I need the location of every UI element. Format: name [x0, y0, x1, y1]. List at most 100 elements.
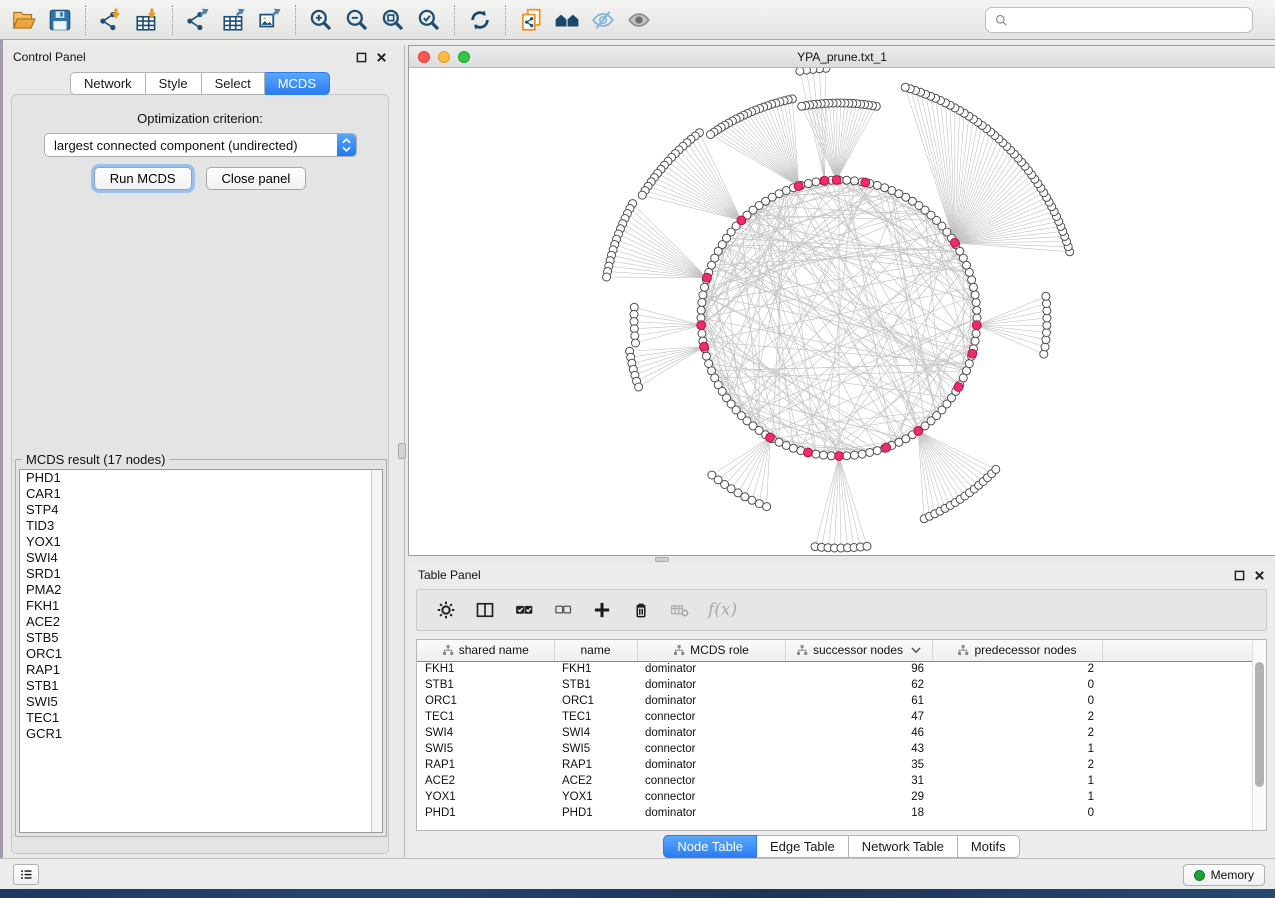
first-neighbors-button[interactable] — [549, 4, 585, 36]
tab-mcds[interactable]: MCDS — [265, 72, 330, 95]
cell-successor-nodes[interactable]: 61 — [785, 693, 932, 709]
delete-columns-button[interactable] — [630, 599, 652, 621]
cell-predecessor-nodes[interactable]: 0 — [932, 805, 1102, 821]
cell-successor-nodes[interactable]: 35 — [785, 757, 932, 773]
cell-MCDS-role[interactable]: connector — [637, 709, 785, 725]
cell-successor-nodes[interactable]: 29 — [785, 789, 932, 805]
cell-shared-name[interactable]: FKH1 — [417, 661, 554, 677]
cell-name[interactable]: RAP1 — [554, 757, 637, 773]
close-window-button[interactable] — [418, 51, 430, 63]
table-row[interactable]: ORC1ORC1dominator610 — [417, 693, 1253, 709]
minimize-window-button[interactable] — [438, 51, 450, 63]
import-network-button[interactable] — [93, 4, 129, 36]
cell-MCDS-role[interactable]: dominator — [637, 725, 785, 741]
cell-shared-name[interactable]: SWI4 — [417, 725, 554, 741]
zoom-in-button[interactable] — [303, 4, 339, 36]
cell-name[interactable]: YOX1 — [554, 789, 637, 805]
cell-predecessor-nodes[interactable]: 1 — [932, 789, 1102, 805]
close-table-panel-icon[interactable] — [1254, 570, 1265, 581]
cell-name[interactable]: FKH1 — [554, 661, 637, 677]
cell-name[interactable]: TEC1 — [554, 709, 637, 725]
table-row[interactable]: STB1STB1dominator620 — [417, 677, 1253, 693]
float-panel-icon[interactable] — [356, 52, 367, 63]
mcds-result-item[interactable]: YOX1 — [20, 534, 382, 550]
tab-edge-table[interactable]: Edge Table — [757, 835, 849, 858]
mcds-result-item[interactable]: ACE2 — [20, 614, 382, 630]
mcds-result-item[interactable]: FKH1 — [20, 598, 382, 614]
cell-predecessor-nodes[interactable]: 0 — [932, 677, 1102, 693]
column-visibility-button[interactable] — [474, 599, 496, 621]
cell-shared-name[interactable]: RAP1 — [417, 757, 554, 773]
cell-successor-nodes[interactable]: 18 — [785, 805, 932, 821]
cell-predecessor-nodes[interactable]: 2 — [932, 709, 1102, 725]
tab-motifs[interactable]: Motifs — [958, 835, 1020, 858]
cell-shared-name[interactable]: STB1 — [417, 677, 554, 693]
zoom-window-button[interactable] — [458, 51, 470, 63]
column-header-predecessor-nodes[interactable]: predecessor nodes — [932, 640, 1102, 661]
mcds-result-item[interactable]: ORC1 — [20, 646, 382, 662]
mcds-result-item[interactable]: STB5 — [20, 630, 382, 646]
cell-predecessor-nodes[interactable]: 2 — [932, 725, 1102, 741]
cell-name[interactable]: STB1 — [554, 677, 637, 693]
column-header-name[interactable]: name — [554, 640, 637, 661]
cell-shared-name[interactable]: SWI5 — [417, 741, 554, 757]
cell-predecessor-nodes[interactable]: 2 — [932, 757, 1102, 773]
cell-successor-nodes[interactable]: 62 — [785, 677, 932, 693]
hide-selected-button[interactable] — [585, 4, 621, 36]
cell-name[interactable]: SWI4 — [554, 725, 637, 741]
cell-shared-name[interactable]: ORC1 — [417, 693, 554, 709]
network-canvas[interactable] — [409, 68, 1275, 555]
refresh-view-button[interactable] — [462, 4, 498, 36]
mcds-result-item[interactable]: PMA2 — [20, 582, 382, 598]
vertical-split-divider[interactable] — [397, 45, 408, 858]
table-row[interactable]: ACE2ACE2connector311 — [417, 773, 1253, 789]
cell-MCDS-role[interactable]: dominator — [637, 693, 785, 709]
network-graph[interactable] — [409, 68, 1274, 555]
horizontal-split-handle[interactable] — [655, 557, 669, 562]
cell-shared-name[interactable]: TEC1 — [417, 709, 554, 725]
mcds-result-item[interactable]: RAP1 — [20, 662, 382, 678]
duplicate-network-button[interactable] — [513, 4, 549, 36]
cell-successor-nodes[interactable]: 43 — [785, 741, 932, 757]
tab-node-table[interactable]: Node Table — [663, 835, 757, 858]
mcds-result-item[interactable]: TEC1 — [20, 710, 382, 726]
export-network-button[interactable] — [180, 4, 216, 36]
open-file-button[interactable] — [6, 4, 42, 36]
cell-MCDS-role[interactable]: dominator — [637, 677, 785, 693]
mcds-result-item[interactable]: SWI5 — [20, 694, 382, 710]
column-header-shared-name[interactable]: shared name — [417, 640, 554, 661]
run-mcds-button[interactable]: Run MCDS — [94, 167, 192, 190]
save-session-button[interactable] — [42, 4, 78, 36]
mcds-result-item[interactable]: SWI4 — [20, 550, 382, 566]
cell-name[interactable]: ACE2 — [554, 773, 637, 789]
cell-MCDS-role[interactable]: dominator — [637, 757, 785, 773]
table-settings-button[interactable] — [435, 599, 457, 621]
mcds-result-item[interactable]: STP4 — [20, 502, 382, 518]
table-row[interactable]: TEC1TEC1connector472 — [417, 709, 1253, 725]
cell-shared-name[interactable]: PHD1 — [417, 805, 554, 821]
cell-name[interactable]: ORC1 — [554, 693, 637, 709]
create-column-button[interactable] — [591, 599, 613, 621]
cell-successor-nodes[interactable]: 31 — [785, 773, 932, 789]
export-image-button[interactable] — [252, 4, 288, 36]
table-row[interactable]: SWI5SWI5connector431 — [417, 741, 1253, 757]
cell-predecessor-nodes[interactable]: 1 — [932, 773, 1102, 789]
cell-name[interactable]: PHD1 — [554, 805, 637, 821]
export-table-button[interactable] — [216, 4, 252, 36]
close-panel-button[interactable]: Close panel — [206, 167, 307, 190]
table-row[interactable]: FKH1FKH1dominator962 — [417, 661, 1253, 677]
zoom-selected-button[interactable] — [411, 4, 447, 36]
mcds-result-item[interactable]: CAR1 — [20, 486, 382, 502]
cell-MCDS-role[interactable]: connector — [637, 741, 785, 757]
zoom-out-button[interactable] — [339, 4, 375, 36]
cell-predecessor-nodes[interactable]: 2 — [932, 661, 1102, 677]
column-header-MCDS-role[interactable]: MCDS role — [637, 640, 785, 661]
vertical-split-handle[interactable] — [398, 443, 406, 459]
tab-select[interactable]: Select — [202, 72, 265, 95]
mcds-result-item[interactable]: STB1 — [20, 678, 382, 694]
import-table-button[interactable] — [129, 4, 165, 36]
close-panel-icon[interactable] — [376, 52, 387, 63]
table-row[interactable]: RAP1RAP1dominator352 — [417, 757, 1253, 773]
cell-predecessor-nodes[interactable]: 0 — [932, 693, 1102, 709]
select-all-rows-button[interactable] — [513, 599, 535, 621]
